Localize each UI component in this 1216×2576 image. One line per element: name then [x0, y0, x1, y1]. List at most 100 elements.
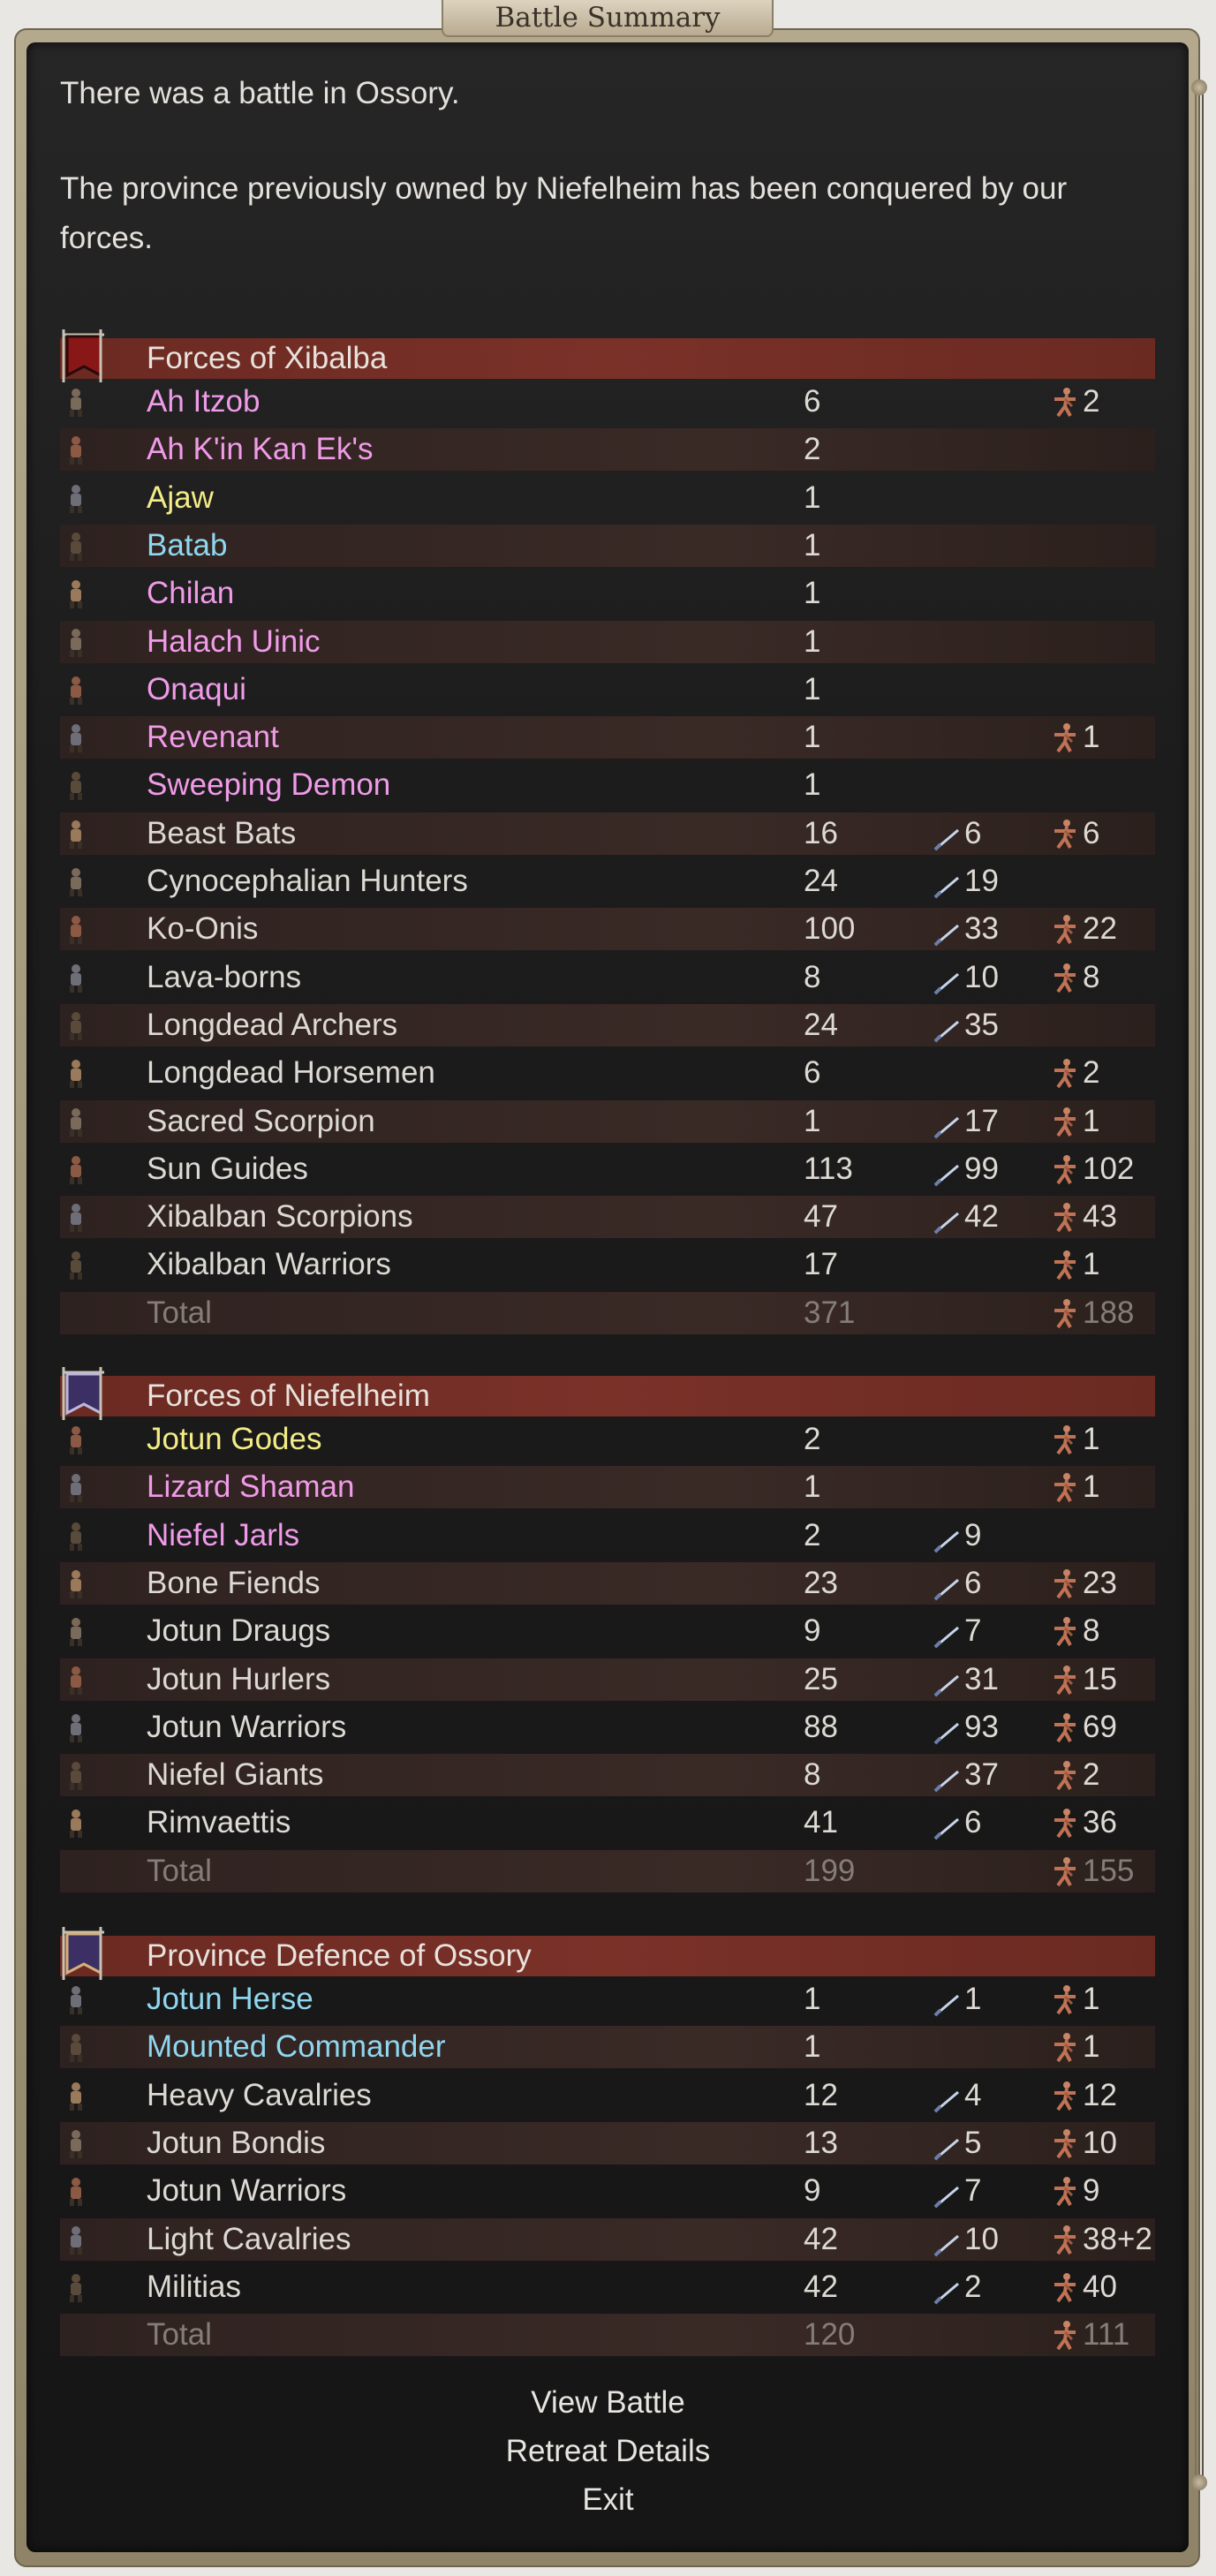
unit-name[interactable]: Jotun Warriors: [147, 1706, 346, 1749]
fallen-soldier-icon: [1051, 962, 1079, 993]
unit-name[interactable]: Sweeping Demon: [147, 764, 390, 806]
unit-row[interactable]: Ah Itzob 6 2: [60, 381, 1155, 423]
unit-name[interactable]: Xibalban Scorpions: [147, 1196, 413, 1238]
unit-row[interactable]: Sweeping Demon 1: [60, 764, 1155, 806]
unit-row[interactable]: Sun Guides 113 99 102: [60, 1148, 1155, 1190]
unit-row[interactable]: Ajaw 1: [60, 477, 1155, 519]
unit-portrait-icon: [60, 1201, 92, 1233]
unit-portrait-icon: [60, 2224, 92, 2255]
sword-icon: [933, 2083, 961, 2113]
unit-name[interactable]: Halach Uinic: [147, 621, 320, 663]
unit-row[interactable]: Ah K'in Kan Ek's 2: [60, 428, 1155, 472]
view-battle-button[interactable]: View Battle: [0, 2379, 1216, 2427]
unit-name[interactable]: Niefel Jarls: [147, 1515, 299, 1557]
unit-row[interactable]: Niefel Giants 8 37 2: [60, 1754, 1155, 1797]
unit-name[interactable]: Batab: [147, 525, 227, 567]
unit-row[interactable]: Revenant 1 1: [60, 716, 1155, 759]
unit-count: 8: [804, 959, 821, 994]
sword-icon: [933, 2227, 961, 2256]
unit-name[interactable]: Longdead Archers: [147, 1004, 397, 1046]
unit-row[interactable]: Heavy Cavalries 12 4 12: [60, 2074, 1155, 2117]
unit-row[interactable]: Jotun Hurlers 25 31 15: [60, 1658, 1155, 1701]
unit-name[interactable]: Militias: [147, 2266, 241, 2308]
unit-row[interactable]: Light Cavalries 42 10 38+2: [60, 2217, 1155, 2261]
fallen-soldier-icon: [1051, 2319, 1079, 2351]
unit-name[interactable]: Onaqui: [147, 669, 246, 711]
unit-row[interactable]: Bone Fiends 23 6 23: [60, 1561, 1155, 1605]
unit-name[interactable]: Jotun Herse: [147, 1978, 313, 2021]
unit-name[interactable]: Rimvaettis: [147, 1802, 291, 1844]
unit-row[interactable]: Chilan 1: [60, 572, 1155, 615]
unit-name[interactable]: Jotun Bondis: [147, 2122, 325, 2164]
unit-name[interactable]: Bone Fiends: [147, 1562, 321, 1605]
unit-name[interactable]: Lava-borns: [147, 956, 301, 999]
unit-row[interactable]: Jotun Bondis 13 5 10: [60, 2121, 1155, 2164]
unit-name[interactable]: Revenant: [147, 716, 279, 759]
unit-name[interactable]: Ajaw: [147, 477, 214, 519]
unit-row[interactable]: Sacred Scorpion 1 17 1: [60, 1099, 1155, 1143]
unit-row[interactable]: Xibalban Scorpions 47 42 43: [60, 1196, 1155, 1239]
unit-name[interactable]: Ah Itzob: [147, 381, 260, 423]
unit-portrait-icon: [60, 865, 92, 897]
unit-portrait-icon: [60, 434, 92, 465]
fallen-soldier-icon: [1051, 2271, 1079, 2302]
unit-row[interactable]: Jotun Warriors 9 7 9: [60, 2170, 1155, 2212]
scrollbar-track[interactable]: [1195, 84, 1204, 2486]
fallen-soldier-icon: [1051, 2224, 1079, 2255]
total-row: Total 199 155: [60, 1849, 1155, 1892]
unit-name[interactable]: Jotun Godes: [147, 1418, 321, 1461]
fallen-soldier-icon: [1051, 2175, 1079, 2207]
unit-row[interactable]: Longdead Archers 24 35: [60, 1003, 1155, 1046]
unit-name[interactable]: Longdead Horsemen: [147, 1052, 435, 1094]
unit-row[interactable]: Lava-borns 8 10 8: [60, 956, 1155, 999]
unit-portrait-icon: [60, 1057, 92, 1089]
unit-count: 47: [804, 1199, 838, 1235]
fallen-soldier-icon: [1051, 1297, 1079, 1328]
unit-name[interactable]: Jotun Hurlers: [147, 1658, 330, 1701]
unit-name[interactable]: Niefel Giants: [147, 1754, 323, 1796]
unit-row[interactable]: Onaqui 1: [60, 669, 1155, 711]
unit-row[interactable]: Xibalban Warriors 17 1: [60, 1243, 1155, 1286]
scrollbar-top-cap[interactable]: [1191, 79, 1207, 95]
unit-portrait-icon: [60, 2127, 92, 2159]
unit-name[interactable]: Mounted Commander: [147, 2026, 446, 2068]
sword-icon: [933, 1810, 961, 1840]
sword-icon: [933, 917, 961, 947]
unit-count: 1: [804, 767, 821, 803]
unit-count: 9: [804, 1613, 821, 1649]
unit-name[interactable]: Ko-Onis: [147, 908, 258, 950]
unit-name[interactable]: Ah K'in Kan Ek's: [147, 428, 374, 471]
unit-row[interactable]: Jotun Draugs 9 7 8: [60, 1610, 1155, 1652]
unit-row[interactable]: Halach Uinic 1: [60, 620, 1155, 663]
unit-row[interactable]: Cynocephalian Hunters 24 19: [60, 860, 1155, 903]
unit-row[interactable]: Rimvaettis 41 6 36: [60, 1802, 1155, 1844]
unit-row[interactable]: Beast Bats 16 6 6: [60, 812, 1155, 855]
unit-row[interactable]: Longdead Horsemen 6 2: [60, 1052, 1155, 1094]
unit-row[interactable]: Lizard Shaman 1 1: [60, 1466, 1155, 1509]
exit-button[interactable]: Exit: [0, 2476, 1216, 2524]
unit-name[interactable]: Sacred Scorpion: [147, 1100, 375, 1143]
unit-row[interactable]: Jotun Warriors 88 93 69: [60, 1706, 1155, 1749]
unit-name[interactable]: Beast Bats: [147, 812, 296, 855]
unit-name[interactable]: Chilan: [147, 572, 234, 615]
retreat-details-button[interactable]: Retreat Details: [0, 2428, 1216, 2475]
unit-name[interactable]: Xibalban Warriors: [147, 1243, 391, 1286]
unit-name[interactable]: Jotun Warriors: [147, 2170, 346, 2212]
unit-row[interactable]: Ko-Onis 100 33 22: [60, 908, 1155, 951]
unit-row[interactable]: Niefel Jarls 2 9: [60, 1515, 1155, 1557]
unit-row[interactable]: Batab 1: [60, 524, 1155, 567]
unit-name[interactable]: Heavy Cavalries: [147, 2074, 372, 2117]
unit-name[interactable]: Light Cavalries: [147, 2218, 351, 2261]
unit-row[interactable]: Militias 42 2 40: [60, 2266, 1155, 2308]
unit-row[interactable]: Jotun Godes 2 1: [60, 1418, 1155, 1461]
unit-row[interactable]: Mounted Commander 1 1: [60, 2026, 1155, 2069]
unit-name[interactable]: Lizard Shaman: [147, 1466, 354, 1508]
unit-count: 12: [804, 2077, 838, 2112]
unit-name[interactable]: Jotun Draugs: [147, 1610, 330, 1652]
unit-row[interactable]: Jotun Herse 1 1 1: [60, 1978, 1155, 2021]
unit-name[interactable]: Sun Guides: [147, 1148, 308, 1190]
unit-portrait-icon: [60, 818, 92, 850]
unit-portrait-icon: [60, 1759, 92, 1791]
window-title: Battle Summary: [495, 2, 721, 34]
unit-name[interactable]: Cynocephalian Hunters: [147, 860, 468, 903]
